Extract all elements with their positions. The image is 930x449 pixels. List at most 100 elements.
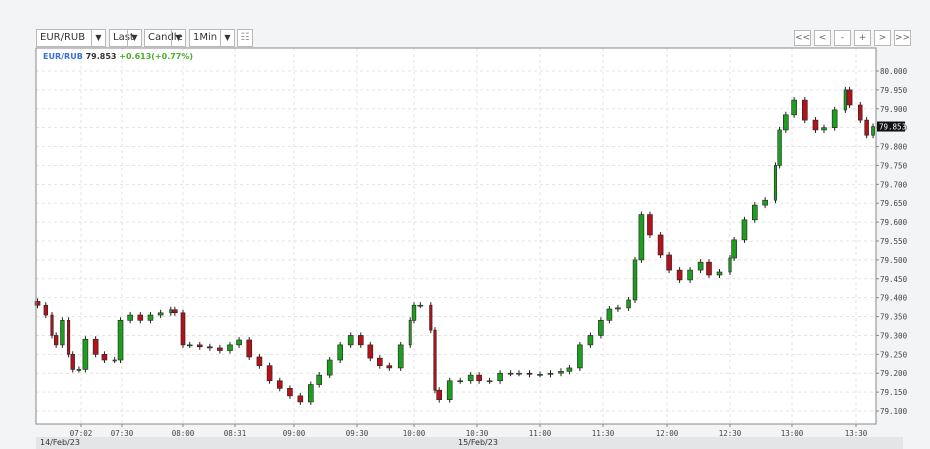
candle-up bbox=[728, 257, 732, 273]
candle-up bbox=[408, 320, 412, 346]
candle-down bbox=[297, 395, 304, 403]
candle-down bbox=[801, 99, 808, 121]
date-label: 14/Feb/23 bbox=[40, 438, 80, 447]
candle-down bbox=[864, 119, 869, 136]
candle-down bbox=[476, 374, 482, 382]
candle-up bbox=[507, 372, 514, 375]
x-tick-label: 09:00 bbox=[283, 429, 306, 437]
y-tick-label: 79.900 bbox=[880, 105, 908, 114]
candle-up bbox=[227, 344, 233, 351]
candle-up bbox=[615, 307, 621, 310]
candle-up bbox=[337, 344, 344, 361]
x-tick-label: 11:30 bbox=[592, 429, 615, 437]
candle-down bbox=[196, 344, 203, 348]
candle-down bbox=[53, 335, 59, 346]
candle-up bbox=[486, 380, 493, 383]
y-tick-label: 79.150 bbox=[880, 388, 908, 397]
candle-up bbox=[587, 335, 594, 346]
x-tick-label: 10:30 bbox=[466, 429, 489, 437]
candle-down bbox=[287, 388, 293, 397]
y-tick-label: 79.750 bbox=[880, 161, 908, 170]
candle-up bbox=[638, 214, 645, 261]
candle-down bbox=[180, 312, 186, 346]
candle-up bbox=[516, 372, 522, 375]
legend-symbol: EUR/RUB bbox=[43, 52, 83, 61]
candle-up bbox=[411, 304, 417, 321]
candle-up bbox=[871, 126, 875, 136]
candle-down bbox=[92, 338, 99, 355]
candle-down bbox=[217, 347, 223, 351]
legend-change: +0.613(+0.77%) bbox=[119, 52, 194, 61]
candle-up bbox=[777, 129, 782, 166]
candle-up bbox=[157, 312, 164, 316]
x-tick-label: 09:30 bbox=[346, 429, 369, 437]
candle-up bbox=[186, 344, 193, 347]
candle-up bbox=[457, 380, 464, 383]
candle-up bbox=[716, 271, 723, 276]
candle-up bbox=[497, 372, 503, 382]
x-tick-label: 08:31 bbox=[224, 429, 247, 437]
candle-up bbox=[598, 320, 604, 336]
candle-up bbox=[831, 109, 838, 128]
y-tick-label: 79.450 bbox=[880, 275, 908, 284]
candle-up bbox=[326, 359, 333, 376]
candle-up bbox=[60, 320, 65, 346]
candle-up bbox=[773, 165, 778, 201]
candle-up bbox=[626, 299, 631, 309]
candle-up bbox=[547, 372, 554, 375]
plot-area bbox=[36, 48, 876, 424]
x-tick-label: 07:02 bbox=[70, 429, 93, 437]
y-tick-label: 80.000 bbox=[880, 67, 908, 76]
candle-down bbox=[50, 314, 54, 336]
candle-up bbox=[236, 339, 242, 346]
candle-up bbox=[127, 314, 133, 321]
x-tick-label: 07:30 bbox=[111, 429, 134, 437]
candle-up bbox=[791, 99, 797, 116]
candlestick-chart[interactable]: 80.00079.95079.90079.85079.80079.75079.7… bbox=[0, 0, 930, 437]
candle-down bbox=[101, 354, 108, 361]
y-tick-label: 79.300 bbox=[880, 331, 908, 340]
candle-down bbox=[433, 329, 437, 391]
candle-up bbox=[537, 374, 543, 376]
candle-up bbox=[347, 335, 354, 346]
candle-down bbox=[657, 234, 664, 256]
candle-down bbox=[526, 372, 533, 375]
last-price-label: 79.853 bbox=[879, 123, 906, 132]
candle-down bbox=[137, 314, 144, 321]
candle-down bbox=[207, 346, 213, 349]
candle-up bbox=[762, 199, 768, 206]
candle-down bbox=[256, 356, 263, 366]
candle-down bbox=[246, 339, 253, 358]
candle-up bbox=[697, 261, 704, 271]
x-tick-label: 12:00 bbox=[656, 429, 679, 437]
candle-down bbox=[386, 365, 393, 369]
y-tick-label: 79.500 bbox=[880, 256, 908, 265]
candle-down bbox=[357, 335, 364, 346]
candle-up bbox=[307, 384, 314, 403]
candle-up bbox=[417, 304, 424, 307]
candle-down bbox=[647, 214, 653, 236]
candle-down bbox=[429, 304, 433, 331]
x-tick-label: 10:00 bbox=[403, 429, 426, 437]
candle-down bbox=[70, 354, 75, 370]
candle-up bbox=[782, 114, 789, 131]
y-tick-label: 79.600 bbox=[880, 218, 908, 227]
candle-down bbox=[436, 389, 443, 400]
candle-up bbox=[577, 344, 583, 369]
candle-down bbox=[676, 269, 683, 281]
candle-up bbox=[467, 374, 474, 382]
candle-down bbox=[858, 104, 863, 121]
candle-up bbox=[687, 269, 693, 281]
y-tick-label: 79.950 bbox=[880, 86, 908, 95]
candle-down bbox=[706, 261, 712, 276]
date-label: 15/Feb/23 bbox=[458, 438, 498, 447]
candle-up bbox=[632, 259, 638, 301]
y-tick-label: 79.350 bbox=[880, 313, 908, 322]
candle-down bbox=[67, 320, 71, 355]
candle-down bbox=[846, 89, 853, 106]
candle-down bbox=[43, 304, 48, 316]
y-tick-label: 79.800 bbox=[880, 143, 908, 152]
y-tick-label: 79.550 bbox=[880, 237, 908, 246]
candle-up bbox=[117, 320, 124, 361]
candle-up bbox=[169, 309, 173, 314]
